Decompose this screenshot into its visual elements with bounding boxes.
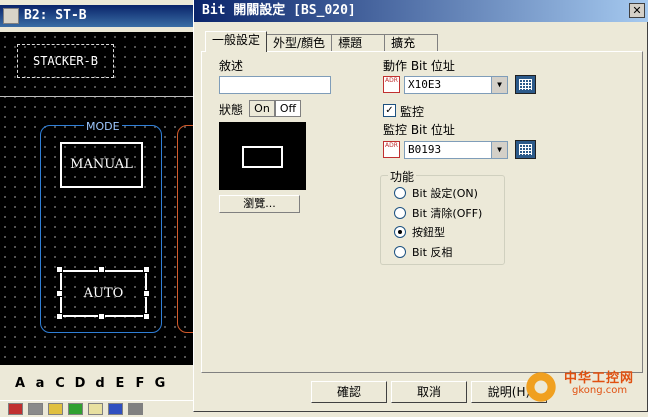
keypad-icon[interactable] [515, 75, 536, 94]
editor-title-bar[interactable]: B2: ST-B [0, 5, 200, 27]
tab-extension[interactable]: 擴充 [384, 34, 439, 52]
font-tool-button[interactable]: a [30, 376, 50, 391]
radio-selected-icon[interactable] [394, 226, 406, 238]
keypad-icon[interactable] [515, 140, 536, 159]
watermark-en: gkong.com [572, 385, 628, 396]
font-tool-button[interactable]: E [110, 376, 130, 391]
function-option-set-on[interactable]: Bit 設定(ON) [394, 185, 478, 201]
selection-handle[interactable] [56, 266, 63, 273]
close-icon[interactable]: ✕ [629, 3, 645, 18]
function-group-label: 功能 [388, 168, 417, 185]
radio-icon[interactable] [394, 246, 406, 258]
selection-handle[interactable] [98, 266, 105, 273]
description-input[interactable] [219, 76, 331, 94]
monitor-checkbox-label: 監控 [400, 105, 425, 119]
preview-shape [242, 146, 283, 168]
function-option-label: Bit 清除(OFF) [412, 207, 483, 220]
monitor-address-combo[interactable]: B0193 ▼ [404, 141, 508, 159]
gear-icon [524, 370, 558, 404]
auto-button-object[interactable]: AUTO [60, 270, 147, 317]
design-canvas[interactable]: STACKER-B MODE MANUAL AUTO [0, 32, 196, 365]
canvas-divider-line [0, 96, 196, 97]
radio-icon[interactable] [394, 207, 406, 219]
watermark-cn: 中华工控网 [564, 371, 635, 386]
state-toggle: On Off [249, 100, 301, 117]
settings-tabs: 一般設定 外型/顏色 標題 擴充 [205, 31, 439, 52]
function-option-label: Bit 反相 [412, 246, 453, 259]
monitor-checkbox[interactable]: ✓ [383, 104, 396, 117]
toolbar-green-icon[interactable] [68, 403, 83, 415]
action-address-combo[interactable]: X10E3 ▼ [404, 76, 508, 94]
dialog-title-bar[interactable]: Bit 開關設定 [BS_020] [194, 0, 648, 22]
monitor-address-value: B0193 [408, 143, 442, 156]
state-label: 狀態 [219, 103, 244, 117]
radio-icon[interactable] [394, 187, 406, 199]
chevron-down-icon[interactable]: ▼ [491, 77, 507, 93]
tab-general[interactable]: 一般設定 [205, 31, 268, 52]
function-option-button-type[interactable]: 按鈕型 [394, 224, 445, 240]
stacker-b-label[interactable]: STACKER-B [17, 44, 114, 78]
selection-handle[interactable] [143, 313, 150, 320]
tab-title[interactable]: 標題 [331, 34, 386, 52]
selection-handle[interactable] [143, 266, 150, 273]
site-watermark: 中华工控网 gkong.com [524, 364, 648, 412]
description-label: 敘述 [219, 59, 244, 73]
font-tool-button[interactable]: A [10, 376, 30, 391]
selection-handle[interactable] [98, 313, 105, 320]
selection-handle[interactable] [56, 290, 63, 297]
font-tool-button[interactable]: C [50, 376, 70, 391]
chevron-down-icon[interactable]: ▼ [491, 142, 507, 158]
screen-editor-window: B2: ST-B STACKER-B MODE MANUAL AUTO A a … [0, 0, 200, 417]
toolbar-chart-icon[interactable] [128, 403, 143, 415]
font-tool-button[interactable]: G [150, 376, 170, 391]
font-tool-button[interactable]: D [70, 376, 90, 391]
ok-button[interactable]: 確認 [311, 381, 387, 403]
manual-button-object[interactable]: MANUAL [60, 142, 143, 188]
action-address-value: X10E3 [408, 78, 442, 91]
dialog-title: Bit 開關設定 [BS_020] [202, 3, 356, 18]
toolbar-yellow-icon[interactable] [48, 403, 63, 415]
toolbar-lamp-icon[interactable] [88, 403, 103, 415]
font-tool-button[interactable]: d [90, 376, 110, 391]
selection-handle[interactable] [56, 313, 63, 320]
function-option-clear-off[interactable]: Bit 清除(OFF) [394, 205, 482, 221]
tab-appearance[interactable]: 外型/顏色 [266, 34, 333, 52]
selection-handle[interactable] [143, 290, 150, 297]
function-option-invert[interactable]: Bit 反相 [394, 244, 452, 260]
window-icon [3, 8, 19, 24]
toolbar-red-icon[interactable] [8, 403, 23, 415]
font-toolbar: A a C D d E F G [0, 370, 196, 396]
function-option-label: Bit 設定(ON) [412, 187, 478, 200]
address-book-icon[interactable]: ADR [383, 76, 400, 93]
mode-frame-label: MODE [84, 120, 122, 133]
function-option-label: 按鈕型 [412, 226, 445, 239]
browse-button[interactable]: 瀏覽... [219, 195, 300, 213]
action-address-label: 動作 Bit 位址 [383, 59, 455, 73]
state-preview [219, 122, 306, 190]
address-book-icon[interactable]: ADR [383, 141, 400, 158]
state-on-button[interactable]: On [249, 100, 275, 117]
toolbar-gray-icon[interactable] [28, 403, 43, 415]
font-tool-button[interactable]: F [130, 376, 150, 391]
toolbar-blue-icon[interactable] [108, 403, 123, 415]
state-off-button[interactable]: Off [275, 100, 301, 117]
editor-title: B2: ST-B [24, 8, 87, 23]
cancel-button[interactable]: 取消 [391, 381, 467, 403]
monitor-address-label: 監控 Bit 位址 [383, 123, 455, 137]
